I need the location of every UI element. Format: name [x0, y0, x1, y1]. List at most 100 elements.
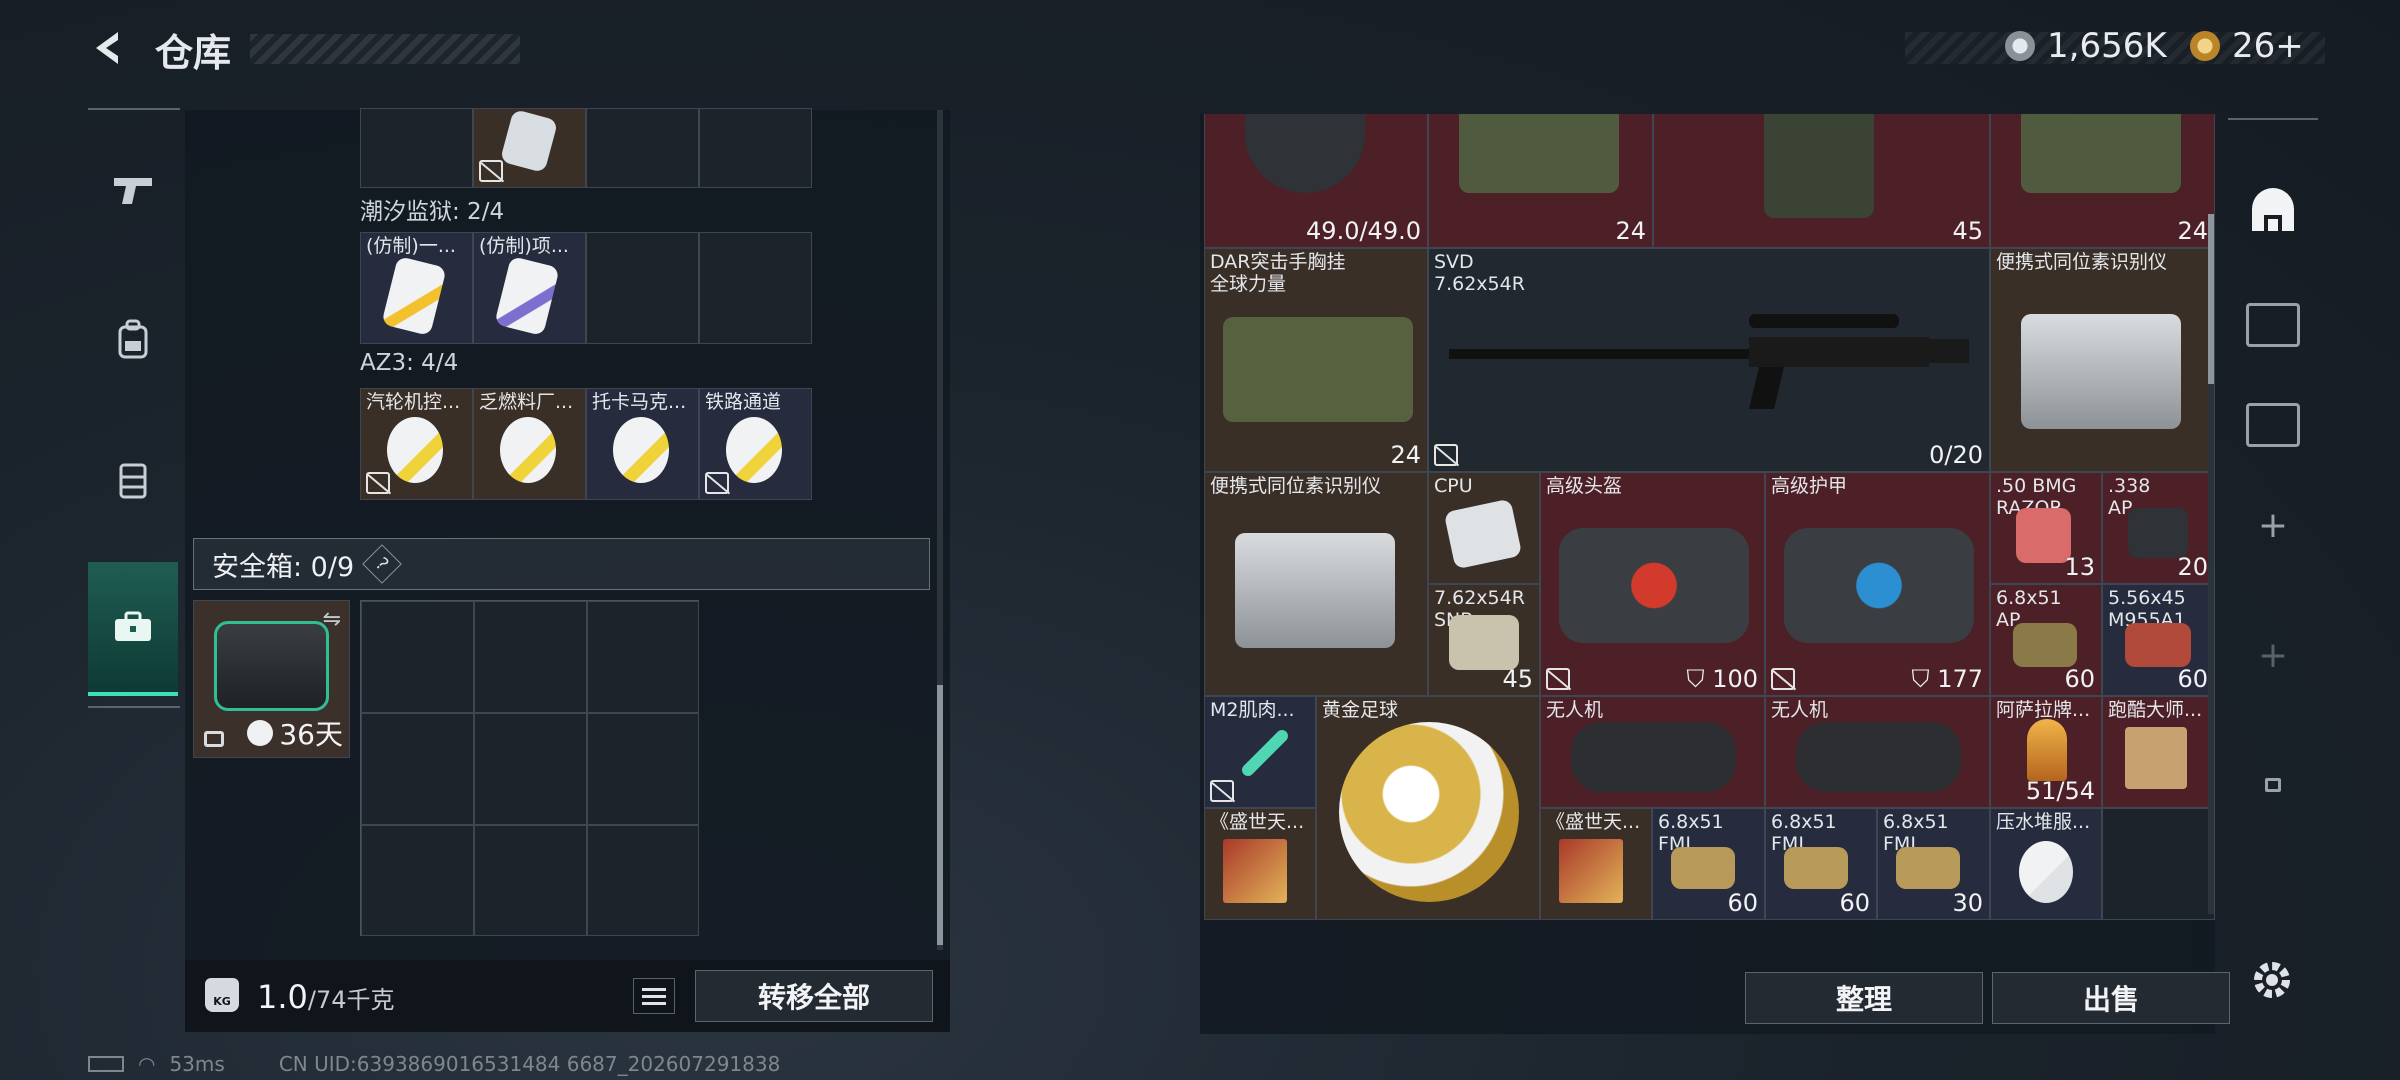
grid-cell[interactable]: [361, 601, 474, 713]
grid-item-book[interactable]: 《盛世天...: [1204, 808, 1316, 920]
safebox-tab[interactable]: [88, 562, 178, 696]
item-count: 60: [2064, 665, 2095, 693]
grid-cell[interactable]: [361, 713, 474, 825]
book-icon: [1559, 839, 1623, 903]
grid-cell[interactable]: [361, 825, 474, 936]
left-scrollbar[interactable]: [937, 110, 943, 950]
grid-item-cpu[interactable]: CPU: [1428, 472, 1540, 584]
grid-cell[interactable]: [699, 232, 812, 344]
safebox-item[interactable]: ⇋ 36天: [193, 600, 350, 758]
item-label: 高级头盔: [1546, 475, 1623, 497]
grid-cell[interactable]: [474, 825, 587, 936]
item-label: 便携式同位素识别仪: [1996, 251, 2168, 273]
grid-item-parkour[interactable]: 跑酷大师...: [2102, 696, 2215, 808]
grid-item-ammo[interactable]: 6.8x51 FMJ 30: [1877, 808, 1990, 920]
grid-item-isotope-detector[interactable]: 便携式同位素识别仪: [1204, 472, 1428, 696]
gold-currency[interactable]: 26+: [2190, 26, 2304, 66]
grid-item-vest[interactable]: 45: [1653, 114, 1990, 248]
sell-button[interactable]: 出售: [1992, 972, 2230, 1024]
grid-item-card[interactable]: 托卡马克...: [586, 388, 699, 500]
untradeable-icon: [479, 160, 503, 182]
item-count: 51/54: [2025, 777, 2095, 805]
help-icon[interactable]: ?: [362, 544, 402, 584]
grid-item-helmet-case[interactable]: 高级头盔 ⛉ 100: [1540, 472, 1765, 696]
ammo-box-icon: [1671, 847, 1735, 889]
grid-item-chest-rig[interactable]: DAR突击手胸挂 全球力量 24: [1204, 248, 1428, 472]
grid-cell[interactable]: [587, 601, 699, 713]
plus-icon: +: [2257, 504, 2289, 546]
item-label: 无人机: [1546, 699, 1604, 721]
item-count: 20: [2177, 553, 2208, 581]
item-label: 铁路通道: [705, 391, 782, 413]
container-ii-icon: [2246, 403, 2300, 447]
weapon-tab[interactable]: [88, 120, 178, 260]
add-storage-button[interactable]: +: [2228, 495, 2318, 555]
container-iv-tab[interactable]: [2228, 270, 2318, 380]
item-label: CPU: [1434, 475, 1473, 497]
grid-cell[interactable]: [587, 713, 699, 825]
container-ii-tab[interactable]: [2228, 370, 2318, 480]
grid-item-ammo[interactable]: .338 AP 20: [2102, 472, 2215, 584]
grid-item-svd[interactable]: SVD 7.62x54R 0/20: [1428, 248, 1990, 472]
grid-item-armor-case[interactable]: 高级护甲 ⛉ 177: [1765, 472, 1990, 696]
grid-item-isotope-detector[interactable]: 便携式同位素识别仪: [1990, 248, 2215, 472]
item-label: 跑酷大师...: [2108, 699, 2203, 721]
scanner-icon: [1235, 533, 1395, 648]
item-label: M2肌肉...: [1210, 699, 1295, 721]
grid-item-m2[interactable]: M2肌肉...: [1204, 696, 1316, 808]
settings-icon[interactable]: [2248, 956, 2296, 1004]
grid-item-card[interactable]: 乏燃料厂...: [473, 388, 586, 500]
add-storage-button[interactable]: +: [2228, 625, 2318, 685]
grid-item-ammo[interactable]: 6.8x51 AP 60: [1990, 584, 2102, 696]
grid-cell[interactable]: [699, 108, 812, 188]
case-icon: [1559, 528, 1749, 643]
grid-item-vest[interactable]: 24: [1428, 114, 1653, 248]
drone-icon: [1571, 722, 1736, 792]
grid-cell[interactable]: [587, 825, 699, 936]
drone-icon: [1796, 722, 1961, 792]
grid-item-card[interactable]: [473, 108, 586, 188]
item-label: DAR突击手胸挂 全球力量: [1210, 251, 1346, 295]
backpack-icon: [118, 319, 148, 359]
sort-button[interactable]: 整理: [1745, 972, 1983, 1024]
storage-tab[interactable]: [2228, 150, 2318, 270]
keycard-icon: [726, 417, 782, 483]
untradeable-icon: [1434, 444, 1458, 466]
grid-item-helmet[interactable]: 49.0/49.0: [1204, 114, 1428, 248]
container-tab[interactable]: [88, 410, 178, 550]
grid-cell[interactable]: [2102, 808, 2215, 920]
gold-value: 26+: [2232, 26, 2304, 66]
grid-item-book[interactable]: 《盛世天...: [1540, 808, 1652, 920]
back-icon[interactable]: [88, 28, 128, 68]
grid-item-card[interactable]: 铁路通道: [699, 388, 812, 500]
grid-item-ammo[interactable]: 6.8x51 FMJ 60: [1765, 808, 1877, 920]
list-view-icon[interactable]: [633, 978, 675, 1014]
grid-item-ammo[interactable]: 5.56x45 M955A1 60: [2102, 584, 2215, 696]
backpack-tab[interactable]: [88, 270, 178, 410]
grid-cell[interactable]: [474, 713, 587, 825]
grid-item-ammo[interactable]: .50 BMG RAZOR 13: [1990, 472, 2102, 584]
grid-item-compress[interactable]: 压水堆服...: [1990, 808, 2102, 920]
container-iv-icon: [2246, 303, 2300, 347]
grid-item-card[interactable]: (仿制)项...: [473, 232, 586, 344]
grid-item-drone[interactable]: 无人机: [1540, 696, 1765, 808]
right-scrollbar[interactable]: [2208, 214, 2214, 914]
ammo-box-icon: [2013, 623, 2077, 667]
grid-item-drone[interactable]: 无人机: [1765, 696, 1990, 808]
safebox-grid: [360, 600, 699, 936]
grid-item-ammo[interactable]: 6.8x51 FMJ 60: [1652, 808, 1765, 920]
grid-item-vest[interactable]: 24: [1990, 114, 2215, 248]
grid-cell[interactable]: [586, 232, 699, 344]
grid-item-card[interactable]: 汽轮机控...: [360, 388, 473, 500]
grid-item-ammo[interactable]: 7.62x54R SNB 45: [1428, 584, 1540, 696]
locked-slot: [2228, 755, 2318, 815]
transfer-all-button[interactable]: 转移全部: [695, 970, 933, 1022]
grid-cell[interactable]: [474, 601, 587, 713]
clock-icon: [247, 720, 274, 746]
grid-item-card[interactable]: (仿制)一...: [360, 232, 473, 344]
grid-cell[interactable]: [586, 108, 699, 188]
grid-item-asala[interactable]: 阿萨拉牌... 51/54: [1990, 696, 2102, 808]
grid-cell[interactable]: [360, 108, 473, 188]
grid-item-football[interactable]: 黄金足球: [1316, 696, 1540, 920]
swap-icon[interactable]: ⇋: [323, 607, 341, 632]
